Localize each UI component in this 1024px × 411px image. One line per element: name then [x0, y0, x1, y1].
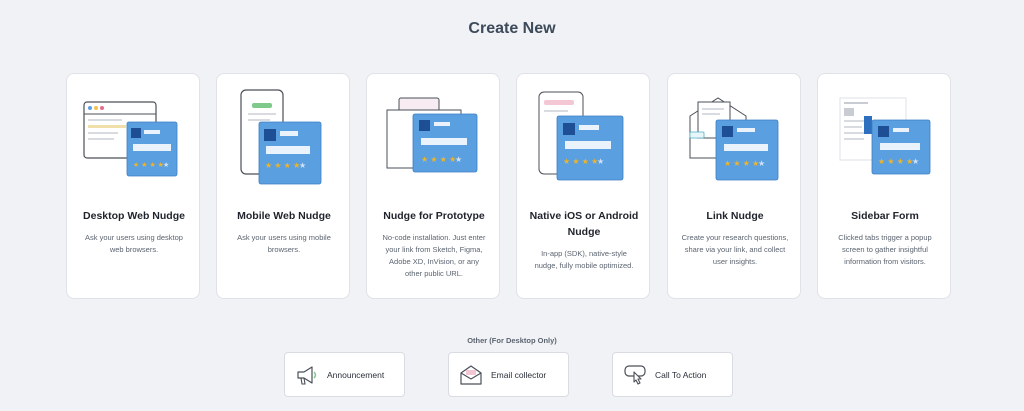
card-title: Native iOS or Android Nudge: [529, 210, 639, 238]
svg-text:★: ★: [597, 157, 604, 166]
desktop-nudge-illustration: ★ ★ ★ ★ ★: [83, 101, 178, 177]
card-title: Sidebar Form: [851, 210, 919, 222]
svg-text:★ ★ ★ ★: ★ ★ ★ ★: [421, 155, 456, 164]
card-description: Clicked tabs trigger a popup screen to g…: [838, 233, 932, 266]
card-description: In-app (SDK), native-style nudge, fully …: [534, 249, 634, 270]
card-native-ios-android-nudge[interactable]: ★ ★ ★ ★ ★ Native iOS or Android Nudge In-…: [516, 73, 650, 299]
create-options: ★ ★ ★ ★ ★ Desktop Web Nudge Ask your user…: [66, 73, 952, 299]
native-nudge-illustration: ★ ★ ★ ★★: [538, 91, 624, 181]
svg-text:★ ★ ★ ★: ★ ★ ★ ★: [265, 161, 300, 170]
announcement-label: Announcement: [327, 370, 385, 380]
announcement-button[interactable]: Announcement: [284, 352, 405, 397]
svg-text:★: ★: [758, 159, 765, 168]
card-nudge-for-prototype[interactable]: ★ ★ ★ ★ ★ Nudge for Prototype No-code ins…: [366, 73, 500, 299]
card-link-nudge[interactable]: ★ ★ ★ ★ ★ Link Nudge Create your research…: [667, 73, 801, 299]
card-desktop-web-nudge[interactable]: ★ ★ ★ ★ ★ Desktop Web Nudge Ask your user…: [66, 73, 200, 299]
card-description: Create your research questions, share vi…: [681, 233, 789, 266]
sidebar-form-illustration: ★ ★ ★ ★★: [839, 97, 931, 175]
link-nudge-illustration: ★ ★ ★ ★★: [689, 97, 779, 181]
envelope-icon: [460, 365, 482, 385]
email-collector-label: Email collector: [491, 370, 547, 380]
card-description: Ask your users using mobile browsers.: [237, 233, 331, 254]
card-mobile-web-nudge[interactable]: ★ ★ ★ ★ ★ Mobile Web Nudge Ask your users…: [216, 73, 350, 299]
call-to-action-button[interactable]: Call To Action: [612, 352, 733, 397]
card-sidebar-form[interactable]: ★ ★ ★ ★ ★ Sidebar Form Clicked tabs trigg…: [817, 73, 951, 299]
mobile-nudge-illustration: ★ ★ ★ ★★: [240, 89, 322, 185]
pointer-click-icon: [624, 365, 646, 385]
prototype-nudge-illustration: ★ ★ ★ ★★: [386, 97, 478, 173]
email-collector-button[interactable]: Email collector: [448, 352, 569, 397]
page-title: Create New: [468, 20, 556, 37]
call-to-action-label: Call To Action: [655, 370, 707, 380]
svg-text:★: ★: [912, 157, 919, 166]
svg-text:★: ★: [299, 161, 306, 170]
card-title: Nudge for Prototype: [383, 210, 485, 222]
svg-text:★: ★: [455, 155, 462, 164]
card-title: Link Nudge: [706, 210, 764, 222]
card-description: Ask your users using desktop web browser…: [85, 233, 183, 254]
svg-text:★ ★ ★ ★: ★ ★ ★ ★: [724, 159, 759, 168]
other-section-label: Other (For Desktop Only): [467, 336, 557, 345]
megaphone-icon: [297, 366, 317, 385]
svg-text:★ ★ ★ ★: ★ ★ ★ ★: [563, 157, 598, 166]
svg-text:★ ★ ★ ★: ★ ★ ★ ★: [878, 157, 913, 166]
svg-text:★: ★: [163, 161, 169, 169]
card-description: No-code installation. Just enter your li…: [382, 233, 486, 278]
card-title: Mobile Web Nudge: [237, 210, 331, 222]
svg-text:★ ★ ★ ★: ★ ★ ★ ★: [133, 161, 164, 169]
card-title: Desktop Web Nudge: [83, 210, 185, 222]
